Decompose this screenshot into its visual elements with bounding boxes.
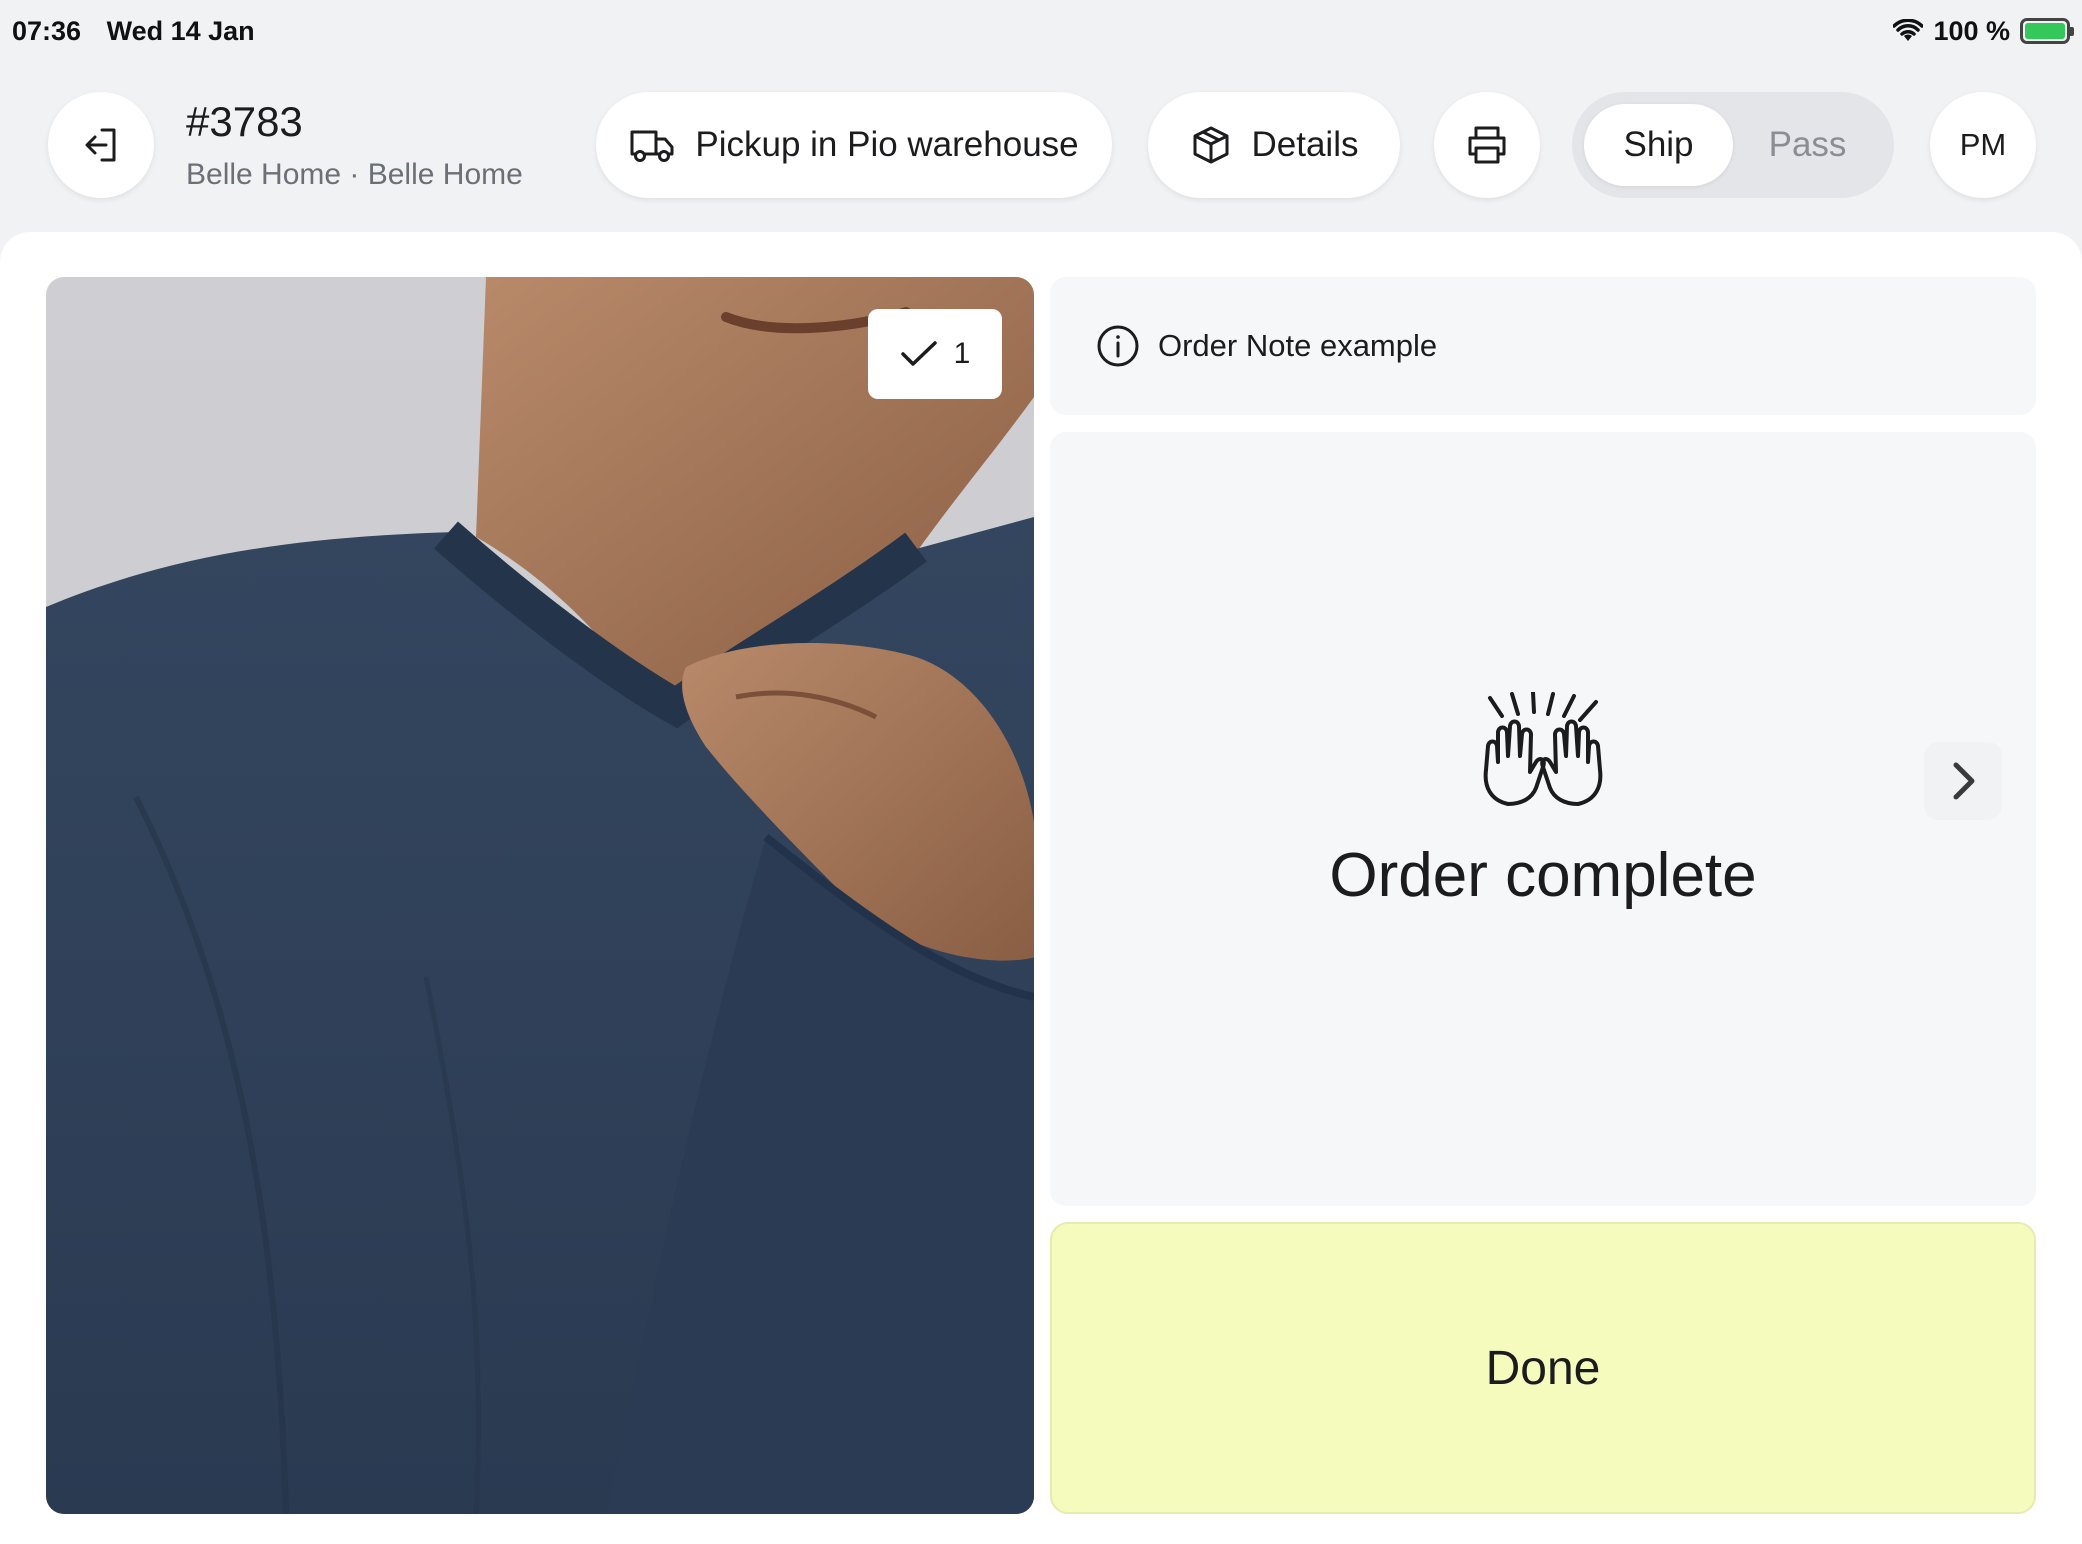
next-order-button[interactable] (1924, 742, 2002, 820)
status-time: 07:36 (12, 15, 82, 46)
battery-charging-icon (2020, 18, 2074, 44)
main-sheet: 1 Order Note example Order complete Done (0, 232, 2082, 1544)
exit-button[interactable] (48, 92, 154, 198)
checkmark-icon (900, 341, 937, 366)
product-image: 1 (46, 277, 1034, 1514)
product-photo-illustration (46, 277, 1034, 1514)
order-status-panel: Order complete (1050, 432, 2036, 1206)
info-icon (1097, 325, 1139, 367)
status-right: 100 % (1893, 15, 2074, 47)
order-info: #3783 Belle Home · Belle Home (186, 98, 523, 192)
details-label: Details (1251, 125, 1359, 164)
status-time-date: 07:36 Wed 14 Jan (12, 16, 273, 47)
toggle-ship[interactable]: Ship (1584, 104, 1733, 186)
order-note: Order Note example (1050, 277, 2036, 415)
wifi-icon (1893, 19, 1924, 41)
print-button[interactable] (1434, 92, 1540, 198)
pickup-label: Pickup in Pio warehouse (695, 125, 1079, 164)
picked-count: 1 (953, 337, 971, 370)
printer-icon (1468, 126, 1506, 164)
order-header: #3783 Belle Home · Belle Home Pickup in … (0, 92, 2082, 202)
store-name: Belle Home · Belle Home (186, 158, 523, 191)
order-number: #3783 (186, 98, 303, 145)
chevron-right-icon (1953, 762, 1975, 800)
pickup-button[interactable]: Pickup in Pio warehouse (596, 92, 1112, 198)
status-date: Wed 14 Jan (106, 15, 255, 46)
toggle-pass[interactable]: Pass (1733, 104, 1882, 186)
order-complete-title: Order complete (1329, 841, 1757, 910)
battery-percent: 100 % (1933, 15, 2010, 46)
truck-icon (630, 130, 674, 162)
ship-pass-toggle: Ship Pass (1572, 92, 1894, 198)
user-avatar-button[interactable]: PM (1930, 92, 2036, 198)
status-bar: 07:36 Wed 14 Jan 100 % (0, 0, 2082, 62)
done-button[interactable]: Done (1050, 1222, 2036, 1514)
exit-icon (85, 128, 116, 162)
details-button[interactable]: Details (1148, 92, 1400, 198)
picked-count-badge: 1 (868, 309, 1002, 399)
raised-hands-icon (1483, 692, 1603, 806)
package-icon (1193, 126, 1228, 164)
order-note-text: Order Note example (1158, 328, 1438, 363)
